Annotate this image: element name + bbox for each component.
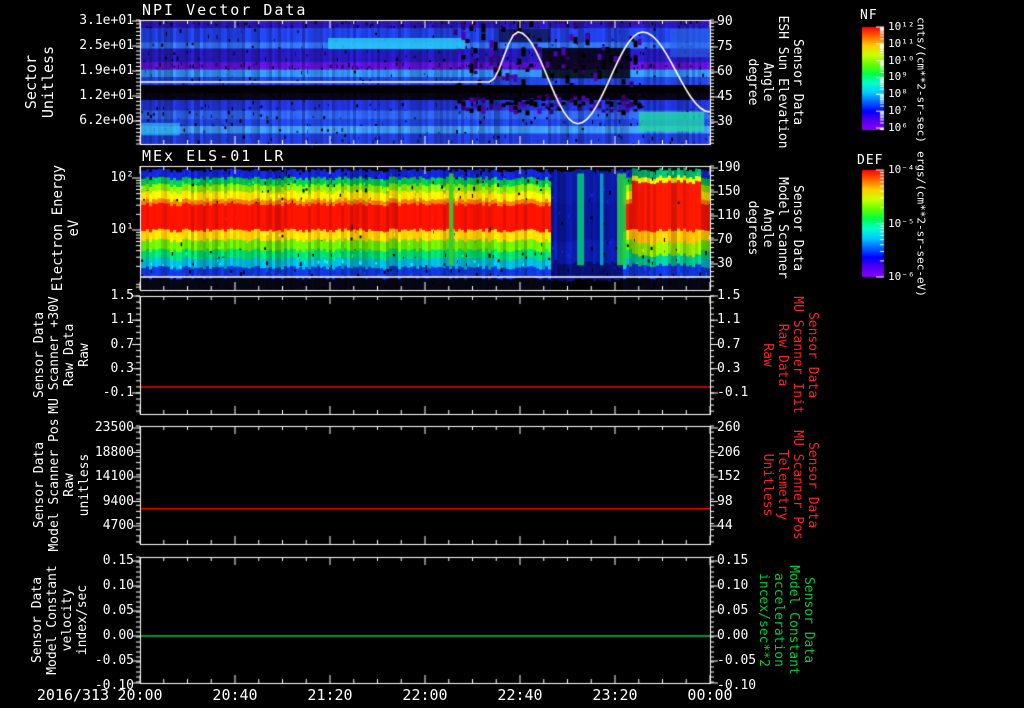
tick-label: 0.7	[717, 336, 741, 352]
tick-label: 23500	[94, 420, 134, 435]
panel1-left-axis-label: Sector Unitless	[22, 45, 57, 119]
tick-label: 10²	[110, 170, 134, 185]
panel5-right-tick-labels: 0.15 0.10 0.05 0.00 -0.05 -0.10	[717, 553, 777, 694]
panel2-title: MEx ELS-01 LR	[142, 147, 286, 165]
tick-label: 0.05	[717, 603, 749, 618]
tick-label: 110	[717, 208, 741, 223]
tick-label: 3.1e+01	[79, 13, 134, 28]
x-tick-label: 22:40	[497, 686, 543, 704]
panel3-left-tick-labels: 1.5 1.1 0.7 0.3 -0.1	[54, 288, 134, 401]
panel3-right-tick-labels: 1.5 1.1 0.7 0.3 -0.1	[717, 288, 777, 401]
x-tick-label: 20:00	[117, 686, 163, 704]
tick-label: 206	[717, 444, 741, 460]
tick-label: 70	[717, 232, 733, 247]
tick-label: 0.15	[102, 553, 134, 568]
tick-label: 190	[717, 160, 741, 175]
tick-label: 44	[717, 518, 733, 533]
def-colorbar-units-label: ergs/(cm**2-sr-sec-eV)	[914, 151, 928, 297]
x-tick-label: 21:20	[307, 686, 353, 704]
panel1-left-tick-labels: 3.1e+01 2.5e+01 1.9e+01 1.2e+01 6.2e+00	[54, 13, 134, 129]
tick-label: 98	[717, 493, 733, 509]
panel2-left-tick-labels: 10² 10¹	[54, 170, 134, 238]
tick-label: 150	[717, 184, 741, 199]
tick-label: -0.05	[94, 653, 134, 668]
tick-label: 1.2e+01	[79, 88, 134, 103]
tick-label: 0.15	[717, 553, 749, 568]
tick-label: 0.10	[717, 578, 749, 593]
tick-label: 45	[717, 89, 733, 104]
tick-label: 152	[717, 469, 741, 484]
tick-label: 0.00	[102, 628, 134, 643]
x-tick-label: 23:20	[592, 686, 638, 704]
plot-canvas	[0, 0, 1024, 708]
panel4-right-tick-labels: 260 206 152 98 44	[717, 420, 777, 534]
x-tick-label: 22:00	[402, 686, 448, 704]
x-tick-label: 20:40	[212, 686, 258, 704]
x-axis-date-label: 2016/313	[36, 686, 110, 704]
def-colorbar-title: DEF	[857, 153, 884, 168]
tick-label: 14100	[94, 469, 134, 484]
tick-label: 18800	[94, 444, 134, 460]
tick-label: 10¹	[110, 222, 134, 237]
nf-colorbar-units-label: cnts/(cm**2-sr-sec)	[914, 17, 928, 143]
panel4-left-tick-labels: 23500 18800 14100 9400 4700	[54, 420, 134, 534]
tick-label: 1.9e+01	[79, 63, 134, 78]
tick-label: 0.00	[717, 628, 749, 643]
tick-label: 1.5	[717, 288, 741, 303]
tick-label: 6.2e+00	[79, 113, 134, 128]
tick-label: -0.1	[102, 385, 134, 400]
nf-colorbar-title: NF	[860, 8, 878, 23]
tick-label: 90	[717, 14, 733, 29]
tick-label: 1.1	[717, 312, 741, 328]
panel1-right-tick-labels: 90 75 60 45 30	[717, 14, 777, 130]
tick-label: 30	[717, 256, 733, 271]
tick-label: 75	[717, 39, 733, 54]
panel5-left-tick-labels: 0.15 0.10 0.05 0.00 -0.05 -0.10	[54, 553, 134, 694]
x-tick-label: 00:00	[687, 686, 733, 704]
tick-label: 9400	[102, 493, 134, 509]
tick-label: 4700	[102, 518, 134, 533]
panel2-right-tick-labels: 190 150 110 70 30	[717, 160, 777, 272]
panel1-title: NPI Vector Data	[142, 1, 308, 19]
tick-label: 0.3	[717, 360, 741, 376]
tick-label: 1.1	[110, 312, 134, 328]
tick-label: 2.5e+01	[79, 38, 134, 53]
tick-label: 60	[717, 64, 733, 79]
tick-label: -0.05	[717, 653, 757, 668]
tick-label: 0.10	[102, 578, 134, 593]
tick-label: -0.1	[717, 385, 749, 400]
tick-label: 260	[717, 420, 741, 435]
figure: NPI Vector Data MEx ELS-01 LR Sector Uni…	[0, 0, 1024, 708]
tick-label: 0.7	[110, 336, 134, 352]
tick-label: 0.3	[110, 360, 134, 376]
tick-label: 30	[717, 114, 733, 129]
tick-label: 1.5	[110, 288, 134, 303]
tick-label: 0.05	[102, 603, 134, 618]
